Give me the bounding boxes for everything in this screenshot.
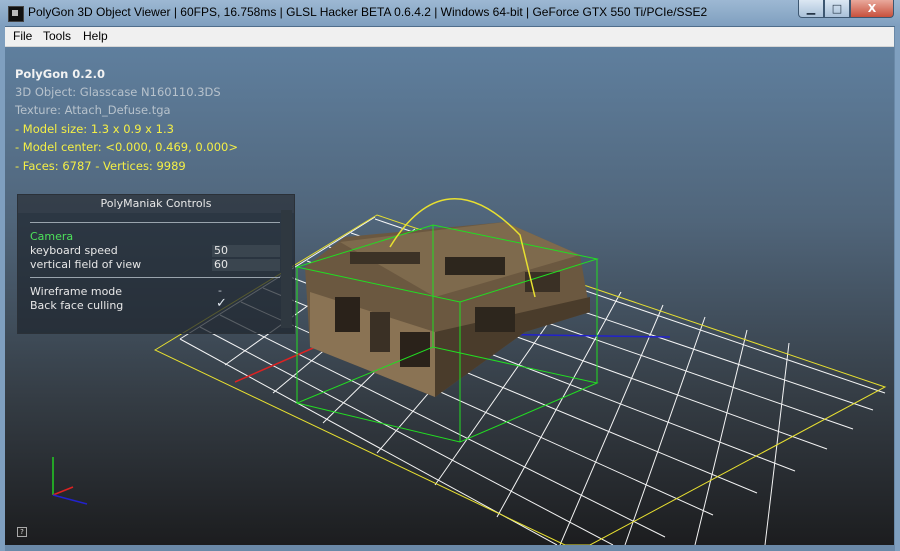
menu-file[interactable]: File: [13, 29, 32, 43]
title-bar[interactable]: PolyGon 3D Object Viewer | 60FPS, 16.758…: [0, 0, 900, 27]
panel-title[interactable]: PolyManiak Controls: [18, 195, 294, 213]
polymaniak-controls-panel[interactable]: PolyManiak Controls Camera keyboard spee…: [17, 194, 295, 334]
fov-field[interactable]: 60: [212, 259, 280, 271]
menu-help[interactable]: Help: [83, 29, 108, 43]
3d-viewport[interactable]: PolyGon 0.2.0 3D Object: Glasscase N1601…: [5, 47, 894, 545]
backface-culling-checkbox[interactable]: ✓: [216, 296, 227, 311]
fov-label: vertical field of view: [30, 258, 142, 271]
app-version-text: PolyGon 0.2.0: [15, 67, 106, 81]
minimize-button[interactable]: ▁: [798, 0, 824, 18]
faces-vertices-text: - Faces: 6787 - Vertices: 9989: [15, 159, 186, 173]
texture-name-text: Texture: Attach_Defuse.tga: [15, 103, 171, 117]
object-name-text: 3D Object: Glasscase N160110.3DS: [15, 85, 221, 99]
backface-culling-label: Back face culling: [30, 299, 124, 312]
panel-divider: [30, 222, 280, 223]
keyboard-speed-label: keyboard speed: [30, 244, 118, 257]
keyboard-speed-field[interactable]: 50: [212, 245, 280, 257]
corner-axes-gizmo: [52, 457, 88, 505]
panel-scrollbar[interactable]: [281, 210, 292, 328]
app-icon[interactable]: [8, 6, 24, 22]
wireframe-label: Wireframe mode: [30, 285, 123, 298]
maximize-button[interactable]: □: [824, 0, 850, 18]
model-size-text: - Model size: 1.3 x 0.9 x 1.3: [15, 122, 174, 136]
help-icon[interactable]: ?: [17, 527, 27, 537]
window-title: PolyGon 3D Object Viewer | 60FPS, 16.758…: [28, 5, 708, 19]
panel-divider-2: [30, 277, 280, 278]
menu-bar: File Tools Help: [5, 27, 894, 47]
camera-section-label: Camera: [30, 230, 74, 243]
close-button[interactable]: X: [850, 0, 894, 18]
menu-tools[interactable]: Tools: [43, 29, 71, 43]
window-controls: ▁ □ X: [798, 0, 894, 19]
app-window: PolyGon 3D Object Viewer | 60FPS, 16.758…: [0, 0, 900, 551]
model-center-text: - Model center: <0.000, 0.469, 0.000>: [15, 140, 238, 154]
right-frame: [895, 26, 900, 551]
